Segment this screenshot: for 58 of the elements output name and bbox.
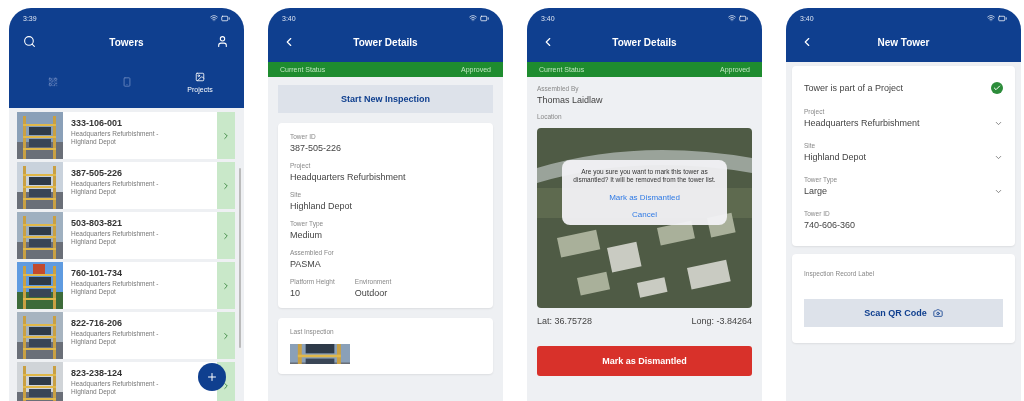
start-inspection-button[interactable]: Start New Inspection bbox=[278, 85, 493, 113]
longitude: Long: -3.84264 bbox=[691, 316, 752, 326]
battery-icon bbox=[480, 13, 489, 23]
tower-id: 822-716-206 bbox=[71, 318, 124, 328]
search-icon bbox=[23, 35, 36, 48]
battery-icon bbox=[998, 13, 1007, 23]
dropdown-icon bbox=[994, 119, 1003, 128]
battery-icon bbox=[221, 13, 230, 23]
qr-code-icon bbox=[48, 77, 58, 87]
user-icon bbox=[216, 35, 229, 48]
tower-id: 503-803-821 bbox=[71, 218, 124, 228]
search-button[interactable] bbox=[23, 35, 37, 49]
field-value: PASMA bbox=[290, 259, 322, 269]
dropdown-icon bbox=[994, 153, 1003, 162]
dropdown-icon bbox=[994, 187, 1003, 196]
field-value: Thomas Laidlaw bbox=[537, 95, 604, 105]
tower-id: 823-238-124 bbox=[71, 368, 124, 378]
field-value: 740-606-360 bbox=[804, 220, 857, 230]
scan-button[interactable]: Scan QR Code bbox=[804, 299, 1003, 327]
chevron-right-icon bbox=[221, 330, 231, 341]
chevron-right-icon bbox=[221, 130, 231, 141]
toggle-label: Tower is part of a Project bbox=[804, 83, 904, 93]
chevron-right-icon bbox=[221, 180, 231, 191]
profile-button[interactable] bbox=[216, 35, 230, 49]
tower-id: 387-505-226 bbox=[71, 168, 124, 178]
field-value: Outdoor bbox=[354, 288, 389, 298]
field-value: Highland Depot bbox=[804, 152, 867, 162]
tower-id: 333-106-001 bbox=[71, 118, 124, 128]
camera-icon bbox=[932, 308, 943, 318]
field-value: Headquarters Refurbishment bbox=[804, 118, 920, 128]
screen-title: New Tower bbox=[876, 36, 931, 48]
screen-title: Tower Details bbox=[611, 36, 678, 48]
field-value: Headquarters Refurbishment bbox=[290, 172, 407, 182]
tower-id: 760-101-734 bbox=[71, 268, 124, 278]
wifi-icon bbox=[210, 14, 218, 22]
confirm-button[interactable]: Mark as Dismantled bbox=[609, 192, 680, 202]
plus-icon bbox=[206, 371, 218, 383]
latitude: Lat: 36.75728 bbox=[537, 316, 593, 326]
battery-icon bbox=[739, 13, 748, 23]
screen-title: Tower Details bbox=[352, 36, 419, 48]
wifi-icon bbox=[728, 14, 736, 22]
chevron-right-icon bbox=[221, 380, 231, 391]
field-value: Large bbox=[804, 186, 829, 196]
check-icon bbox=[993, 84, 1001, 92]
cancel-button[interactable]: Cancel bbox=[632, 209, 657, 219]
field-value: 387-505-226 bbox=[290, 143, 343, 153]
wifi-icon bbox=[469, 14, 477, 22]
chevron-right-icon bbox=[221, 280, 231, 291]
field-value: Highland Depot bbox=[290, 201, 354, 211]
field-value: 10 bbox=[290, 288, 301, 298]
image-icon bbox=[195, 71, 205, 82]
check-toggle[interactable] bbox=[991, 82, 1003, 94]
field-value: Medium bbox=[290, 230, 323, 240]
phone-icon bbox=[121, 77, 132, 87]
chevron-right-icon bbox=[221, 230, 231, 241]
screen-title: Towers bbox=[108, 36, 145, 48]
dismantle-button[interactable]: Mark as Dismantled bbox=[537, 346, 752, 376]
wifi-icon bbox=[987, 14, 995, 22]
